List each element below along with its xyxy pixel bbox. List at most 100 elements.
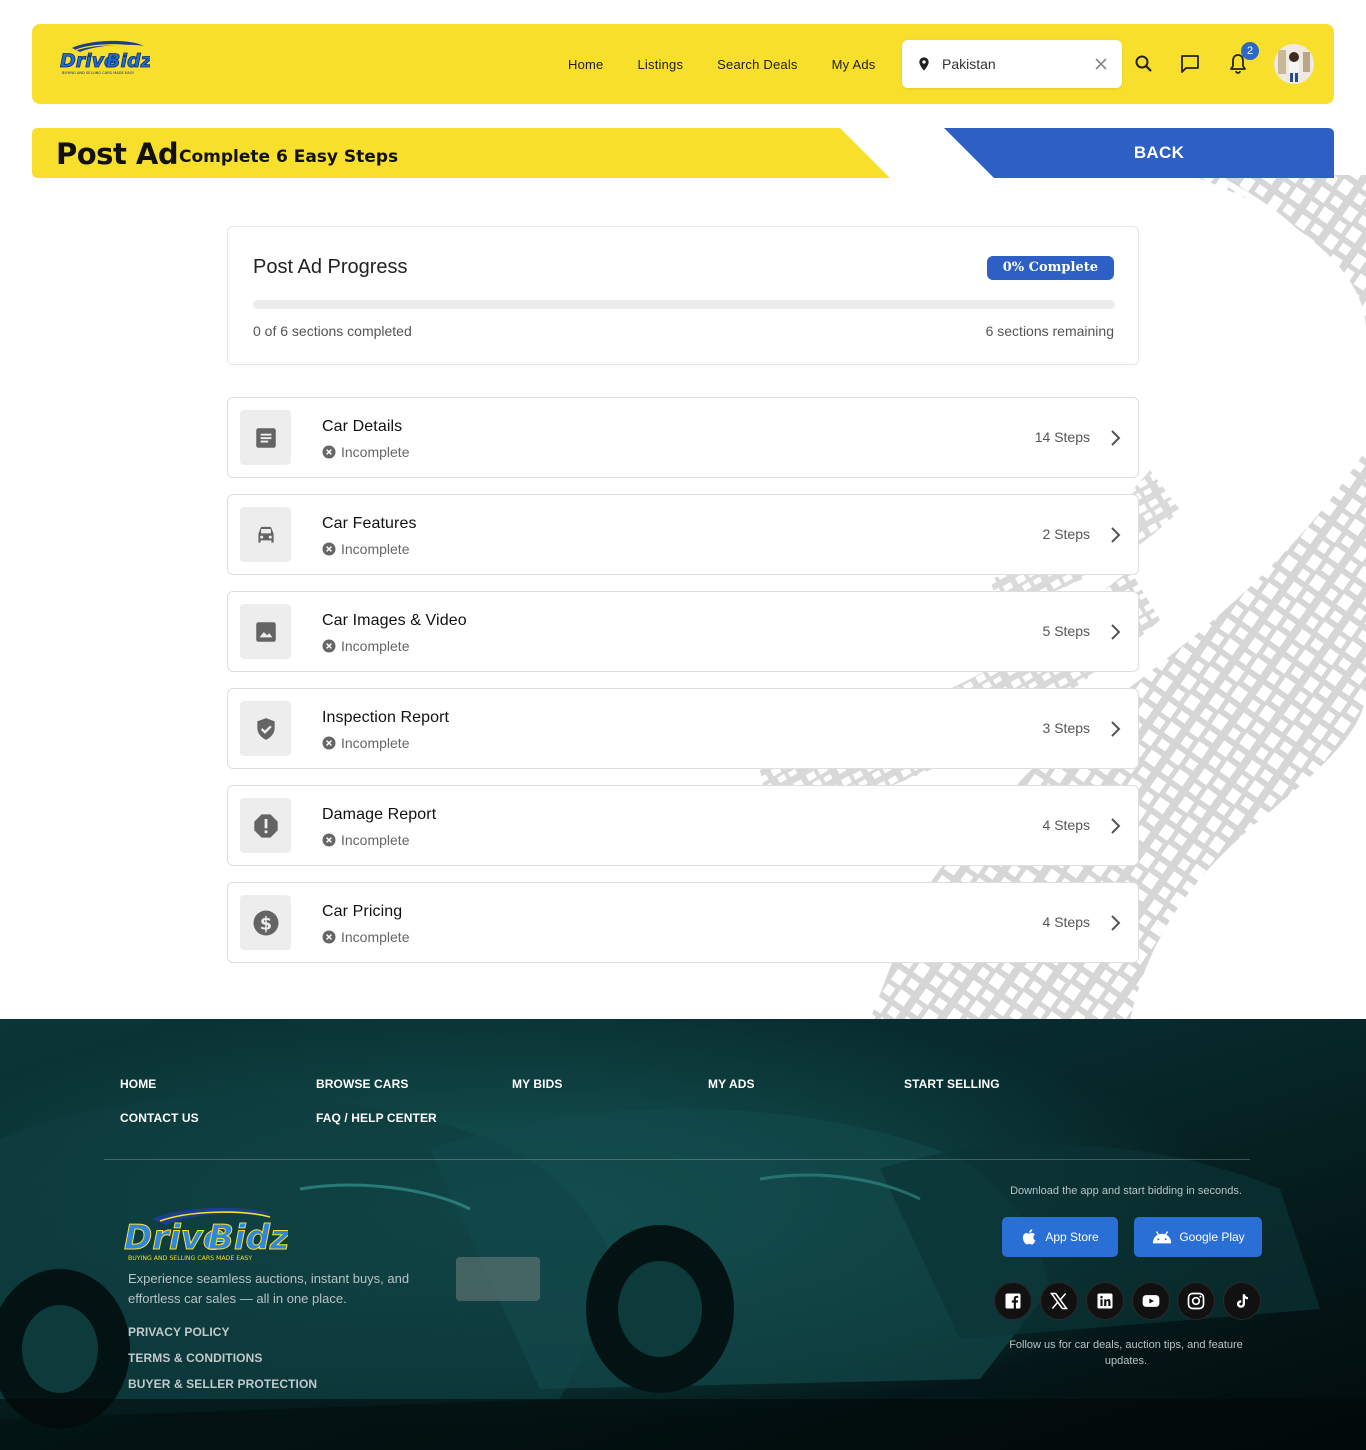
apple-icon [1023, 1229, 1036, 1245]
section-icon-wrap [240, 798, 291, 853]
svg-text:BUYING AND SELLING CARS MADE E: BUYING AND SELLING CARS MADE EASY [128, 1255, 252, 1262]
section-steps: 3 Steps [1042, 720, 1090, 736]
nav-listings[interactable]: Listings [637, 57, 683, 72]
follow-text: Follow us for car deals, auction tips, a… [1009, 1339, 1243, 1367]
app-store-label: App Store [1045, 1230, 1099, 1244]
footer-link-privacy[interactable]: PRIVACY POLICY [128, 1325, 230, 1339]
progress-card: Post Ad Progress 0% Complete 0 of 6 sect… [227, 226, 1139, 365]
avatar[interactable] [1274, 44, 1314, 84]
svg-text:Bidz: Bidz [208, 1218, 288, 1258]
notification-badge: 2 [1241, 42, 1259, 60]
nav-home[interactable]: Home [568, 57, 603, 72]
facebook-icon[interactable] [994, 1282, 1032, 1320]
section-icon-wrap [240, 604, 291, 659]
nav-my-ads[interactable]: My Ads [832, 57, 876, 72]
chevron-right-icon [1111, 527, 1121, 543]
footer-tagline: Experience seamless auctions, instant bu… [128, 1271, 410, 1306]
dollar-icon: $ [253, 910, 278, 935]
google-play-label: Google Play [1179, 1230, 1245, 1244]
section-car-images-video[interactable]: Car Images & Video Incomplete 5 Steps [227, 591, 1139, 672]
section-name: Car Details [322, 418, 403, 435]
instagram-icon[interactable] [1177, 1282, 1215, 1320]
section-steps: 2 Steps [1042, 526, 1090, 542]
tiktok-icon[interactable] [1223, 1282, 1261, 1320]
main-nav: Home Listings Search Deals My Ads [568, 24, 875, 104]
section-icon-wrap: $ [240, 895, 291, 950]
youtube-icon[interactable] [1132, 1282, 1170, 1320]
clear-icon[interactable] [1094, 57, 1108, 71]
nav-search-deals[interactable]: Search Deals [717, 57, 797, 72]
section-status: Incomplete [322, 541, 409, 557]
section-car-features[interactable]: Car Features Incomplete 2 Steps [227, 494, 1139, 575]
svg-text:BUYING AND SELLING CARS MADE E: BUYING AND SELLING CARS MADE EASY [62, 71, 135, 75]
footer-nav-start-selling[interactable]: START SELLING [904, 1077, 1000, 1091]
footer-nav-faq[interactable]: FAQ / HELP CENTER [316, 1111, 437, 1125]
section-icon-wrap [240, 701, 291, 756]
linkedin-icon[interactable] [1086, 1282, 1124, 1320]
shield-check-icon [256, 717, 275, 740]
alert-octagon-icon [253, 813, 278, 838]
footer-link-protection[interactable]: BUYER & SELLER PROTECTION [128, 1377, 317, 1391]
section-status: Incomplete [322, 832, 409, 848]
section-status: Incomplete [322, 638, 409, 654]
footer-logo[interactable]: Drive Bidz BUYING AND SELLING CARS MADE … [122, 1205, 288, 1263]
x-icon[interactable] [1040, 1282, 1078, 1320]
chevron-right-icon [1111, 818, 1121, 834]
section-status: Incomplete [322, 929, 409, 945]
footer-nav-contact-us[interactable]: CONTACT US [120, 1111, 199, 1125]
section-icon-wrap [240, 507, 291, 562]
section-car-pricing[interactable]: $ Car Pricing Incomplete 4 Steps [227, 882, 1139, 963]
svg-text:$: $ [259, 914, 271, 934]
chat-icon[interactable] [1178, 52, 1202, 76]
section-name: Car Images & Video [322, 612, 467, 629]
section-icon-wrap [240, 410, 291, 465]
footer-nav-browse-cars[interactable]: BROWSE CARS [316, 1077, 408, 1091]
search-icon[interactable] [1132, 52, 1156, 76]
car-icon [257, 526, 274, 543]
section-name: Damage Report [322, 806, 437, 823]
app-store-button[interactable]: App Store [1002, 1217, 1118, 1257]
progress-badge: 0% Complete [986, 256, 1114, 280]
download-text: Download the app and start bidding in se… [1010, 1185, 1242, 1197]
svg-text:Bidz: Bidz [106, 50, 150, 72]
google-play-button[interactable]: Google Play [1134, 1217, 1262, 1257]
section-steps: 4 Steps [1042, 914, 1090, 930]
progress-remaining-text: 6 sections remaining [985, 323, 1114, 339]
image-icon [255, 621, 276, 642]
page-title: Post Ad [56, 137, 179, 171]
section-car-details[interactable]: Car Details Incomplete 14 Steps [227, 397, 1139, 478]
footer-nav-my-bids[interactable]: MY BIDS [512, 1077, 563, 1091]
footer-divider [104, 1159, 1250, 1160]
section-steps: 5 Steps [1042, 623, 1090, 639]
drivebidz-logo[interactable]: Drive Bidz BUYING AND SELLING CARS MADE … [58, 40, 150, 78]
chevron-right-icon [1111, 721, 1121, 737]
location-selector[interactable] [902, 40, 1122, 88]
incomplete-icon [322, 833, 336, 847]
incomplete-icon [322, 736, 336, 750]
section-damage-report[interactable]: Damage Report Incomplete 4 Steps [227, 785, 1139, 866]
footer-link-terms[interactable]: TERMS & CONDITIONS [128, 1351, 262, 1365]
footer-nav-my-ads[interactable]: MY ADS [708, 1077, 755, 1091]
progress-title: Post Ad Progress [253, 256, 408, 278]
section-name: Car Features [322, 515, 417, 532]
section-status: Incomplete [322, 444, 409, 460]
chevron-right-icon [1111, 624, 1121, 640]
incomplete-icon [322, 445, 336, 459]
incomplete-icon [322, 930, 336, 944]
footer: HOME BROWSE CARS MY BIDS MY ADS START SE… [0, 1019, 1366, 1450]
section-name: Car Pricing [322, 903, 403, 920]
section-steps: 4 Steps [1042, 817, 1090, 833]
location-pin-icon [919, 57, 929, 71]
section-steps: 14 Steps [1034, 429, 1090, 445]
progress-completed-text: 0 of 6 sections completed [253, 323, 412, 339]
incomplete-icon [322, 639, 336, 653]
footer-nav-home[interactable]: HOME [120, 1077, 156, 1091]
chevron-right-icon [1111, 915, 1121, 931]
section-status: Incomplete [322, 735, 409, 751]
progress-bar [253, 300, 1115, 309]
back-button[interactable]: BACK [944, 128, 1334, 178]
section-inspection-report[interactable]: Inspection Report Incomplete 3 Steps [227, 688, 1139, 769]
location-input[interactable] [942, 56, 1094, 72]
android-icon [1153, 1231, 1172, 1244]
chevron-right-icon [1111, 430, 1121, 446]
